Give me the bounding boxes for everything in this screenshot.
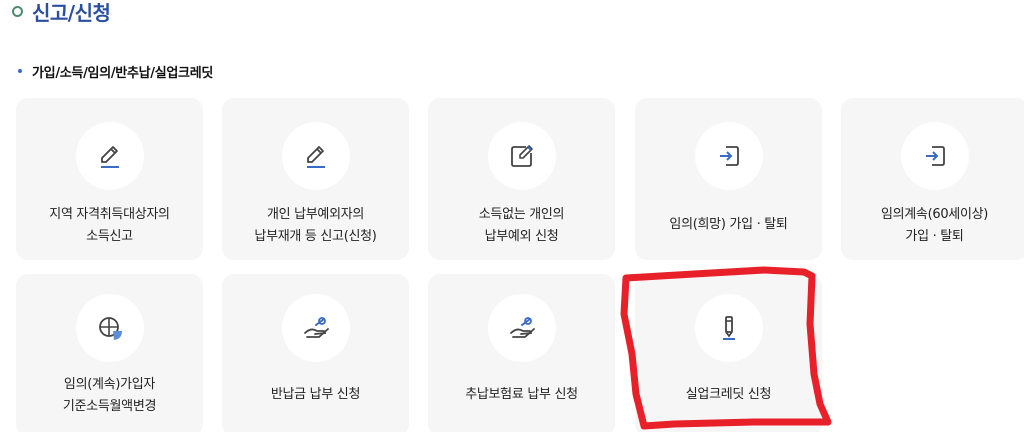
section-title-text: 가입/소득/임의/반추납/실업크레딧 [32,65,214,81]
section-bullet-icon [18,69,22,73]
section-title: 가입/소득/임의/반추납/실업크레딧 [18,60,213,82]
card-standard-income-change[interactable]: 임의(계속)가입자기준소득월액변경 [16,274,203,432]
pencil-icon [75,122,144,190]
card-refund-payment[interactable]: 반납금 납부 신청 [222,274,409,432]
card-resume-payment-report[interactable]: 개인 납부예외자의납부재개 등 신고(신청) [222,98,409,260]
card-label: 임의(계속)가입자 [63,377,156,392]
card-label: 개인 납부예외자의 [266,207,365,222]
card-label: 납부예외 신청 [484,229,559,244]
hand-coin-icon [281,294,350,362]
edit-box-icon [487,122,556,190]
login-icon [900,122,969,190]
card-label: 추납보험료 납부 신청 [465,387,578,402]
card-label: 납부재개 등 신고(신청) [254,229,377,244]
hand-coin-icon [487,294,556,362]
globe-pie-icon [75,294,144,362]
card-voluntary-join-leave[interactable]: 임의(희망) 가입 · 탈퇴 [635,98,822,260]
login-icon [694,122,763,190]
card-label: 가입 · 탈퇴 [905,229,964,244]
card-label: 소득신고 [86,229,133,244]
card-additional-payment[interactable]: 추납보험료 납부 신청 [428,274,615,432]
card-label: 임의(희망) 가입 · 탈퇴 [669,217,788,232]
card-label: 실업크레딧 신청 [685,387,772,402]
pen-icon [694,294,763,362]
title-bullet-icon [12,5,23,17]
card-label: 임의계속(60세이상) [880,207,989,222]
card-unemployment-credit[interactable]: 실업크레딧 신청 [635,274,822,432]
card-payment-exemption[interactable]: 소득없는 개인의납부예외 신청 [428,98,615,260]
card-label: 반납금 납부 신청 [270,387,361,402]
page-title-text: 신고/신청 [32,0,111,25]
page-title: 신고/신청 [12,0,111,26]
pencil-icon [281,122,350,190]
card-label: 지역 자격취득대상자의 [49,207,170,222]
card-label: 소득없는 개인의 [478,207,565,222]
card-regional-income-report[interactable]: 지역 자격취득대상자의소득신고 [16,98,203,260]
card-continued-voluntary-60[interactable]: 임의계속(60세이상) 가입 · 탈퇴 [841,98,1024,260]
card-label: 기준소득월액변경 [62,399,157,414]
